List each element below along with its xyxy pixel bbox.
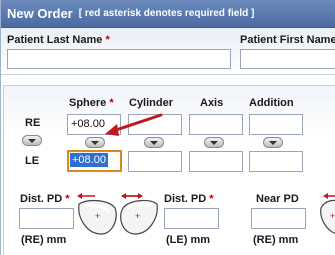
svg-text:+: + [95, 211, 100, 221]
le-axis-input[interactable] [189, 151, 243, 172]
dist-pd-le-unit: (LE) mm [166, 234, 210, 246]
form-title: New Order [7, 6, 73, 21]
re-addition-input[interactable] [249, 114, 303, 135]
chevron-down-icon [28, 138, 36, 143]
dist-pd-le-label-text: Dist. PD [164, 193, 207, 205]
sphere-header-text: Sphere [69, 97, 107, 109]
re-row-label: RE [25, 117, 41, 129]
re-axis-input[interactable] [189, 114, 243, 135]
chevron-down-icon [150, 140, 158, 145]
svg-text:+: + [135, 211, 140, 221]
required-asterisk: * [209, 193, 214, 205]
chevron-down-icon [210, 140, 218, 145]
re-row-stepper[interactable] [22, 135, 42, 146]
pd-arrow-icon [77, 193, 143, 199]
re-cylinder-stepper[interactable] [144, 137, 164, 148]
dist-pd-label-text: Dist. PD [20, 193, 63, 205]
re-cylinder-input[interactable] [128, 114, 182, 135]
pd-diagram: + + [77, 193, 158, 235]
near-pd-label: Near PD [256, 193, 299, 205]
dist-pd-le-label: Dist. PD * [164, 193, 214, 205]
patient-first-name-label: Patient First Name [240, 34, 335, 46]
sphere-header: Sphere * [69, 97, 114, 109]
patient-last-name-label-text: Patient Last Name [7, 34, 103, 46]
addition-header: Addition [249, 97, 294, 109]
order-form: New Order [ red asterisk denotes require… [0, 0, 335, 255]
cylinder-header: Cylinder [129, 97, 174, 109]
re-sphere-input[interactable]: +08.00 [67, 114, 121, 135]
patient-name-section: Patient Last Name * Patient First Name [1, 28, 335, 75]
required-asterisk: * [105, 34, 110, 46]
dist-pd-label: Dist. PD * [20, 193, 70, 205]
dist-pd-re-input[interactable] [19, 208, 74, 229]
patient-last-name-label: Patient Last Name * [7, 34, 110, 46]
dist-pd-le-input[interactable] [164, 208, 219, 229]
patient-first-name-input[interactable] [240, 49, 335, 69]
le-cylinder-input[interactable] [128, 151, 182, 172]
re-addition-stepper[interactable] [263, 137, 283, 148]
chevron-down-icon [91, 140, 99, 145]
axis-header: Axis [200, 97, 224, 109]
patient-first-name-label-text: Patient First Name [240, 34, 335, 46]
dist-pd-re-unit: (RE) mm [21, 234, 67, 246]
svg-text:+: + [330, 211, 335, 221]
le-sphere-input[interactable]: +08.00 [67, 150, 122, 172]
le-row-label: LE [25, 155, 40, 167]
near-pd-lens-icon: + [320, 193, 335, 234]
required-field-note: [ red asterisk denotes required field ] [78, 8, 255, 19]
patient-last-name-input[interactable] [7, 49, 231, 69]
form-header: New Order [ red asterisk denotes require… [1, 0, 335, 28]
required-asterisk: * [109, 97, 114, 109]
near-pd-input[interactable] [251, 208, 306, 229]
required-asterisk: * [65, 193, 70, 205]
lens-icon: + + [78, 199, 158, 235]
near-pd-unit: (RE) mm [253, 234, 299, 246]
chevron-down-icon [269, 140, 277, 145]
re-sphere-stepper[interactable] [85, 137, 105, 148]
le-sphere-selected-text: +08.00 [70, 153, 108, 167]
re-axis-stepper[interactable] [204, 137, 224, 148]
le-addition-input[interactable] [249, 151, 303, 172]
